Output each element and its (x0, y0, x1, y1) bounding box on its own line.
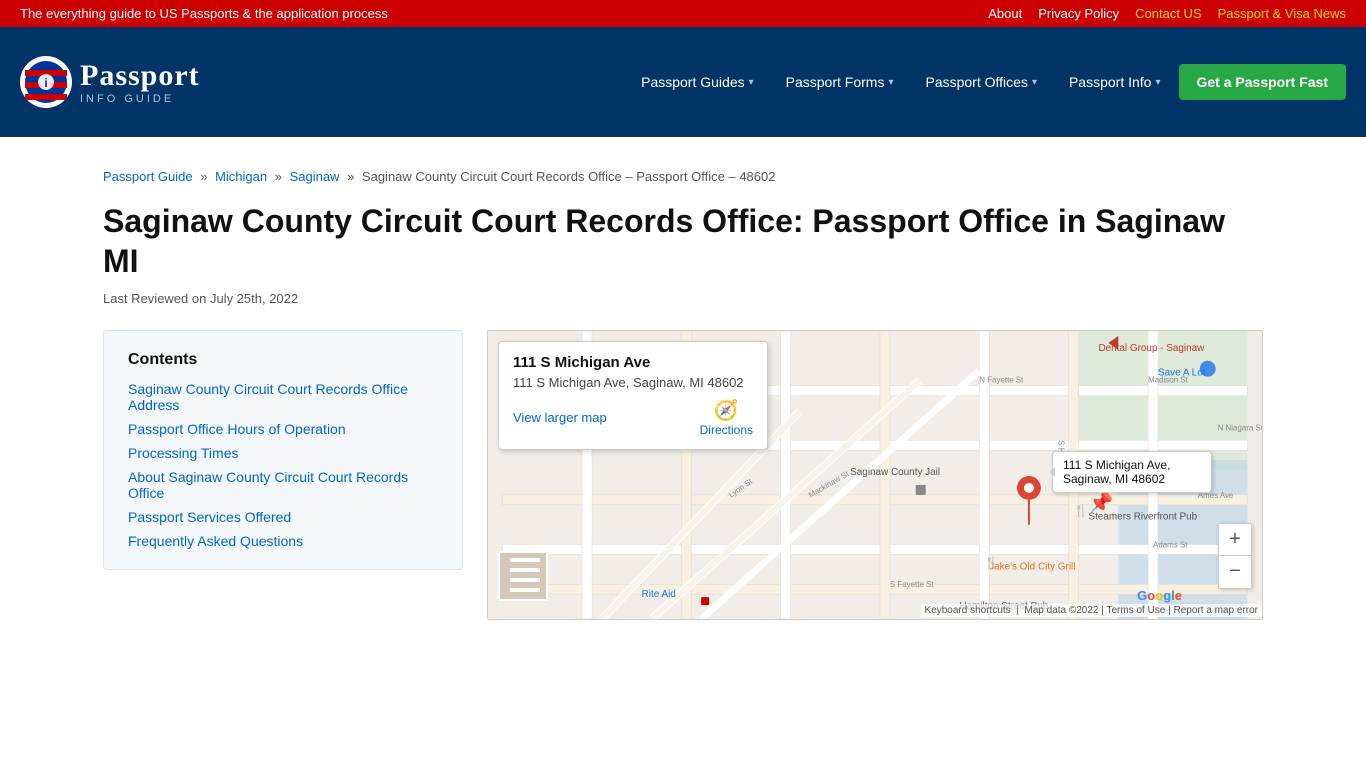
map-controls: + − (1218, 523, 1252, 589)
map-popup: 111 S Michigan Ave 111 S Michigan Ave, S… (498, 341, 768, 450)
map-popup-actions: View larger map 🧭 Directions (513, 398, 753, 437)
svg-text:Jake's Old City Grill: Jake's Old City Grill (989, 561, 1075, 572)
list-item: Frequently Asked Questions (128, 533, 438, 549)
nav-passport-offices[interactable]: Passport Offices ▾ (911, 66, 1050, 98)
svg-text:Save A Lot: Save A Lot (1158, 367, 1206, 378)
nav-passport-forms[interactable]: Passport Forms ▾ (772, 66, 908, 98)
map-info-callout: 111 S Michigan Ave, Saginaw, MI 48602 (1052, 451, 1212, 493)
svg-text:Adams St: Adams St (1153, 540, 1188, 549)
logo-sub: INFO GUIDE (80, 93, 200, 105)
list-item: About Saginaw County Circuit Court Recor… (128, 469, 438, 501)
news-link[interactable]: Passport & Visa News (1218, 6, 1346, 21)
logo-main: Passport (80, 59, 200, 93)
list-item: Saginaw County Circuit Court Records Off… (128, 381, 438, 413)
list-item: Processing Times (128, 445, 438, 461)
google-logo: Google (1137, 588, 1182, 603)
top-bar: The everything guide to US Passports & t… (0, 0, 1366, 27)
chevron-down-icon: ▾ (749, 77, 754, 88)
svg-text:S Fayette St: S Fayette St (890, 580, 934, 589)
svg-text:🍴: 🍴 (984, 555, 999, 569)
map-zoom-out-button[interactable]: − (1219, 556, 1251, 588)
breadcrumb-sep: » (200, 169, 211, 184)
contents-title: Contents (128, 351, 438, 369)
breadcrumb-passport-guide[interactable]: Passport Guide (103, 169, 193, 184)
top-bar-tagline: The everything guide to US Passports & t… (20, 6, 388, 21)
privacy-link[interactable]: Privacy Policy (1038, 6, 1119, 21)
list-item: Passport Office Hours of Operation (128, 421, 438, 437)
breadcrumb-sep2: » (275, 169, 286, 184)
svg-text:📌: 📌 (1089, 490, 1114, 514)
map-popup-title: 111 S Michigan Ave (513, 354, 753, 371)
chevron-down-icon: ▾ (1032, 77, 1037, 88)
svg-text:🍴: 🍴 (1074, 503, 1089, 517)
svg-text:N Fayette St: N Fayette St (979, 375, 1024, 384)
header: i Passport INFO GUIDE Passport Guides ▾ … (0, 27, 1366, 137)
top-bar-links: About Privacy Policy Contact US Passport… (988, 6, 1346, 21)
two-col-layout: Contents Saginaw County Circuit Court Re… (103, 330, 1263, 620)
breadcrumb-current: Saginaw County Circuit Court Records Off… (362, 169, 776, 184)
contents-link-address[interactable]: Saginaw County Circuit Court Records Off… (128, 381, 408, 413)
logo-text: Passport INFO GUIDE (80, 59, 200, 105)
contents-link-about[interactable]: About Saginaw County Circuit Court Recor… (128, 469, 408, 501)
content-wrapper: Passport Guide » Michigan » Saginaw » Sa… (83, 137, 1283, 640)
directions-icon: 🧭 (714, 398, 739, 423)
svg-text:i: i (44, 76, 47, 90)
contents-link-hours[interactable]: Passport Office Hours of Operation (128, 421, 346, 437)
page-title: Saginaw County Circuit Court Records Off… (103, 201, 1263, 281)
nav-passport-guides[interactable]: Passport Guides ▾ (627, 66, 768, 98)
svg-text:N Niagara St: N Niagara St (1218, 423, 1262, 432)
contents-box: Contents Saginaw County Circuit Court Re… (103, 330, 463, 570)
breadcrumb-sep3: » (347, 169, 358, 184)
breadcrumb: Passport Guide » Michigan » Saginaw » Sa… (103, 167, 1263, 187)
contents-link-processing[interactable]: Processing Times (128, 445, 238, 461)
last-reviewed: Last Reviewed on July 25th, 2022 (103, 291, 1263, 306)
list-item: Passport Services Offered (128, 509, 438, 525)
map-zoom-in-button[interactable]: + (1219, 524, 1251, 556)
contents-list: Saginaw County Circuit Court Records Off… (128, 381, 438, 549)
logo-icon: i (20, 56, 72, 108)
contents-link-faq[interactable]: Frequently Asked Questions (128, 533, 303, 549)
chevron-down-icon: ▾ (888, 77, 893, 88)
logo: i Passport INFO GUIDE (20, 56, 200, 108)
map-container[interactable]: S Bond St S Porter St Lyon St Mackinaw S… (487, 330, 1263, 620)
map-attribution: Keyboard shortcuts | Map data ©2022 | Te… (921, 604, 1262, 617)
map-background: S Bond St S Porter St Lyon St Mackinaw S… (488, 331, 1262, 619)
map-popup-address: 111 S Michigan Ave, Saginaw, MI 48602 (513, 375, 753, 390)
svg-text:Saginaw County Jail: Saginaw County Jail (850, 467, 940, 478)
view-larger-map-link[interactable]: View larger map (513, 410, 607, 425)
contact-link[interactable]: Contact US (1135, 6, 1201, 21)
svg-text:Rite Aid: Rite Aid (642, 589, 676, 600)
chevron-down-icon: ▾ (1155, 77, 1160, 88)
about-link[interactable]: About (988, 6, 1022, 21)
breadcrumb-saginaw[interactable]: Saginaw (290, 169, 340, 184)
contents-link-services[interactable]: Passport Services Offered (128, 509, 291, 525)
map-thumbnail[interactable] (498, 551, 548, 601)
breadcrumb-michigan[interactable]: Michigan (215, 169, 267, 184)
get-passport-fast-button[interactable]: Get a Passport Fast (1179, 64, 1347, 100)
directions-button[interactable]: 🧭 Directions (700, 398, 753, 437)
nav-passport-info[interactable]: Passport Info ▾ (1055, 66, 1175, 98)
main-nav: Passport Guides ▾ Passport Forms ▾ Passp… (627, 64, 1346, 100)
